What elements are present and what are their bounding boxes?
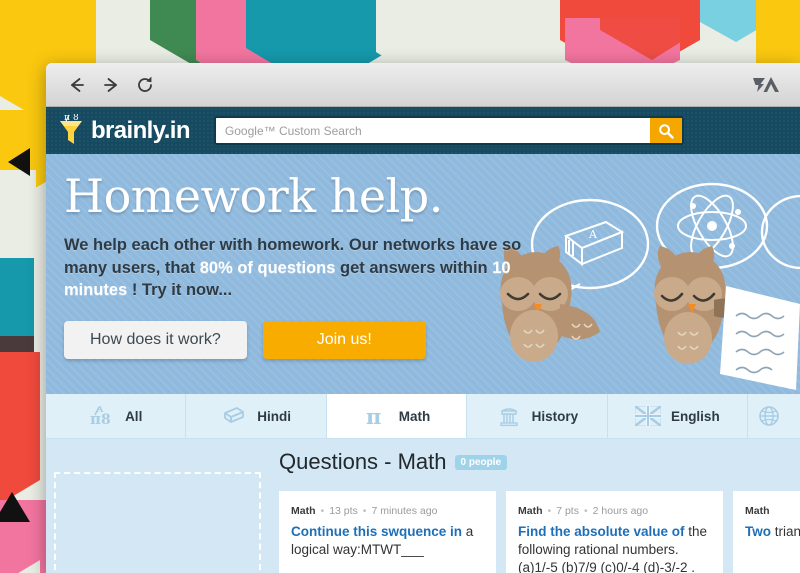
search-bar: [213, 116, 684, 145]
question-card[interactable]: Math • 13 pts • 7 minutes ago Continue t…: [279, 491, 496, 573]
pi-icon: π: [363, 403, 389, 429]
column-icon: [496, 403, 522, 429]
hero-banner: A Homework help. We help each other with…: [46, 154, 800, 394]
meta-dot: •: [362, 505, 367, 517]
hero-copy: Homework help. We help each other with h…: [64, 169, 534, 360]
question-subject: Math: [518, 505, 543, 517]
meta-dot: •: [583, 505, 588, 517]
hero-subtitle: We help each other with homework. Our ne…: [64, 234, 534, 301]
tab-history[interactable]: History: [467, 394, 608, 438]
question-card[interactable]: Math Two triang right a: [733, 491, 800, 573]
meta-dot: •: [547, 505, 552, 517]
question-title-link[interactable]: Two: [745, 524, 771, 539]
subject-tabs: π 8 A All Hindi π Math History English: [46, 394, 800, 439]
question-points: 13 pts: [329, 505, 358, 517]
questions-section: Questions - Math 0 people Math • 13 pts …: [46, 439, 800, 573]
question-meta: Math • 13 pts • 7 minutes ago: [291, 505, 484, 517]
question-title[interactable]: Find the absolute value of the following…: [518, 523, 711, 573]
tab-history-label: History: [531, 408, 579, 424]
site-header: π 8 brainly.in: [46, 107, 800, 154]
globe-icon: [756, 403, 782, 429]
svg-text:8: 8: [101, 412, 111, 428]
question-title-link[interactable]: Find the absolute value of: [518, 524, 685, 539]
question-meta: Math • 7 pts • 2 hours ago: [518, 505, 711, 517]
question-meta: Math: [745, 505, 800, 517]
tab-hindi[interactable]: Hindi: [186, 394, 327, 438]
back-button[interactable]: [60, 68, 94, 102]
questions-header: Questions - Math 0 people: [279, 449, 508, 475]
tab-english-label: English: [670, 408, 720, 424]
question-points: 7 pts: [556, 505, 579, 517]
question-card[interactable]: Math • 7 pts • 2 hours ago Find the abso…: [506, 491, 723, 573]
tab-math[interactable]: π Math: [326, 394, 468, 438]
browser-window: π 8 brainly.in: [46, 63, 800, 573]
forward-arrow-icon: [104, 77, 117, 92]
hero-subtitle-part2: get answers within: [335, 258, 493, 277]
how-does-it-work-button[interactable]: How does it work?: [64, 321, 247, 360]
question-title[interactable]: Continue this swquence in a logical way:…: [291, 523, 484, 559]
question-time: 2 hours ago: [592, 505, 649, 517]
question-cards: Math • 13 pts • 7 minutes ago Continue t…: [279, 491, 800, 573]
svg-text:π: π: [366, 404, 381, 428]
question-title-rest: triang right a: [774, 524, 800, 539]
reload-icon: [138, 76, 152, 92]
svg-text:8: 8: [73, 114, 79, 123]
brainly-logo-text: brainly.in: [91, 116, 191, 144]
uk-flag-icon: [634, 403, 661, 429]
join-us-button[interactable]: Join us!: [262, 321, 426, 360]
question-time: 7 minutes ago: [371, 505, 438, 517]
tab-more-languages[interactable]: [748, 394, 800, 438]
browser-logo-icon: [753, 76, 779, 92]
svg-text:A: A: [588, 228, 598, 241]
question-subject: Math: [745, 505, 770, 517]
hero-buttons: How does it work? Join us!: [64, 321, 534, 360]
search-button[interactable]: [649, 118, 682, 143]
tab-math-label: Math: [398, 408, 431, 424]
tab-all[interactable]: π 8 A All: [46, 394, 187, 438]
page-title: Questions - Math: [279, 449, 447, 474]
browser-toolbar: [46, 63, 800, 107]
svg-text:A: A: [96, 404, 104, 414]
tab-hindi-label: Hindi: [257, 408, 291, 424]
question-title-link[interactable]: Continue this swquence in: [291, 524, 462, 539]
brainly-funnel-icon: π 8: [60, 114, 82, 144]
hero-subtitle-highlight1: 80% of questions: [199, 258, 336, 277]
hero-title: Homework help.: [64, 169, 443, 223]
search-icon: [659, 123, 674, 139]
brainly-pi-icon: π 8 A: [89, 403, 115, 429]
book-icon: [221, 403, 247, 429]
brainly-logo[interactable]: π 8 brainly.in: [56, 114, 191, 148]
reload-button[interactable]: [128, 68, 162, 102]
hero-subtitle-part3: ! Try it now...: [127, 280, 233, 299]
tab-english[interactable]: English: [608, 394, 749, 438]
people-badge: 0 people: [454, 454, 508, 470]
tab-all-label: All: [125, 408, 143, 424]
browser-logo-button[interactable]: [746, 70, 786, 100]
back-arrow-icon: [71, 77, 84, 92]
question-subject: Math: [291, 505, 316, 517]
forward-button[interactable]: [94, 68, 128, 102]
question-title[interactable]: Two triang right a: [745, 523, 800, 541]
meta-dot: •: [320, 505, 325, 517]
search-input[interactable]: [215, 118, 650, 143]
sidebar-placeholder: [54, 472, 261, 573]
